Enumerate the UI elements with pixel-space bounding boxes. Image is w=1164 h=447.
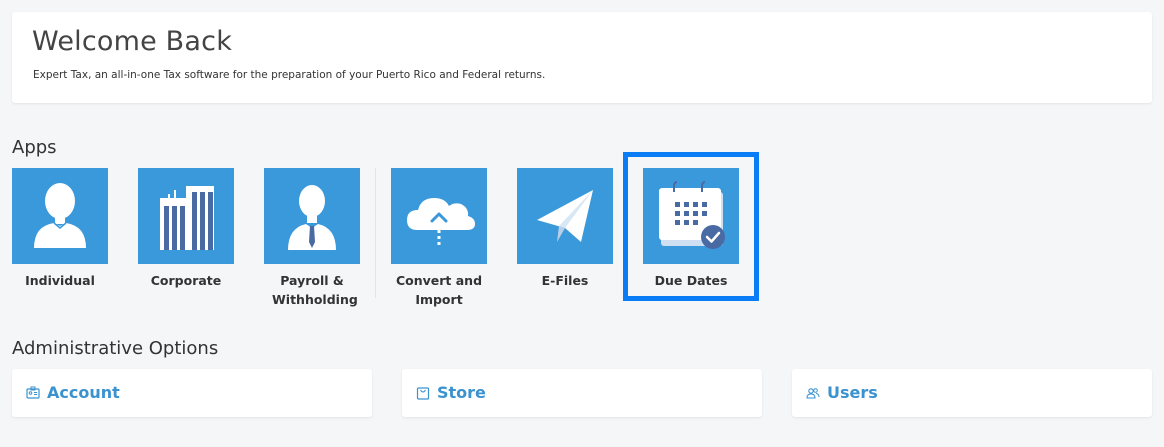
store-card[interactable]: Store xyxy=(402,369,762,417)
apps-heading: Apps xyxy=(12,137,57,158)
buildings-icon xyxy=(138,168,234,264)
app-individual[interactable]: Individual xyxy=(5,168,115,290)
admin-heading: Administrative Options xyxy=(12,338,219,359)
account-card[interactable]: Account xyxy=(12,369,372,417)
welcome-card: Welcome Back Expert Tax, an all-in-one T… xyxy=(12,12,1152,103)
users-link[interactable]: Users xyxy=(827,383,878,402)
account-link[interactable]: Account xyxy=(47,383,120,402)
users-card[interactable]: Users xyxy=(792,369,1152,417)
app-label: Payroll & Withholding xyxy=(272,273,358,307)
app-label: Convert and Import xyxy=(395,273,483,307)
person-tie-icon xyxy=(264,168,360,264)
app-label: Corporate xyxy=(150,273,222,288)
app-corporate[interactable]: Corporate xyxy=(131,168,241,290)
app-label: E-Files xyxy=(541,273,589,288)
cloud-upload-icon xyxy=(391,168,487,264)
person-icon xyxy=(12,168,108,264)
store-link[interactable]: Store xyxy=(437,383,486,402)
app-label: Individual xyxy=(25,273,95,288)
users-icon xyxy=(806,386,820,400)
app-payroll-withholding[interactable]: Payroll & Withholding xyxy=(257,168,367,309)
paper-plane-icon xyxy=(517,168,613,264)
apps-divider xyxy=(375,168,376,298)
id-card-icon xyxy=(26,386,40,400)
app-convert-import[interactable]: Convert and Import xyxy=(384,168,494,309)
welcome-subtitle: Expert Tax, an all-in-one Tax software f… xyxy=(33,69,546,81)
page-title: Welcome Back xyxy=(32,26,233,57)
app-e-files[interactable]: E-Files xyxy=(510,168,620,290)
selected-app-highlight xyxy=(623,152,759,301)
bag-icon xyxy=(416,386,430,400)
